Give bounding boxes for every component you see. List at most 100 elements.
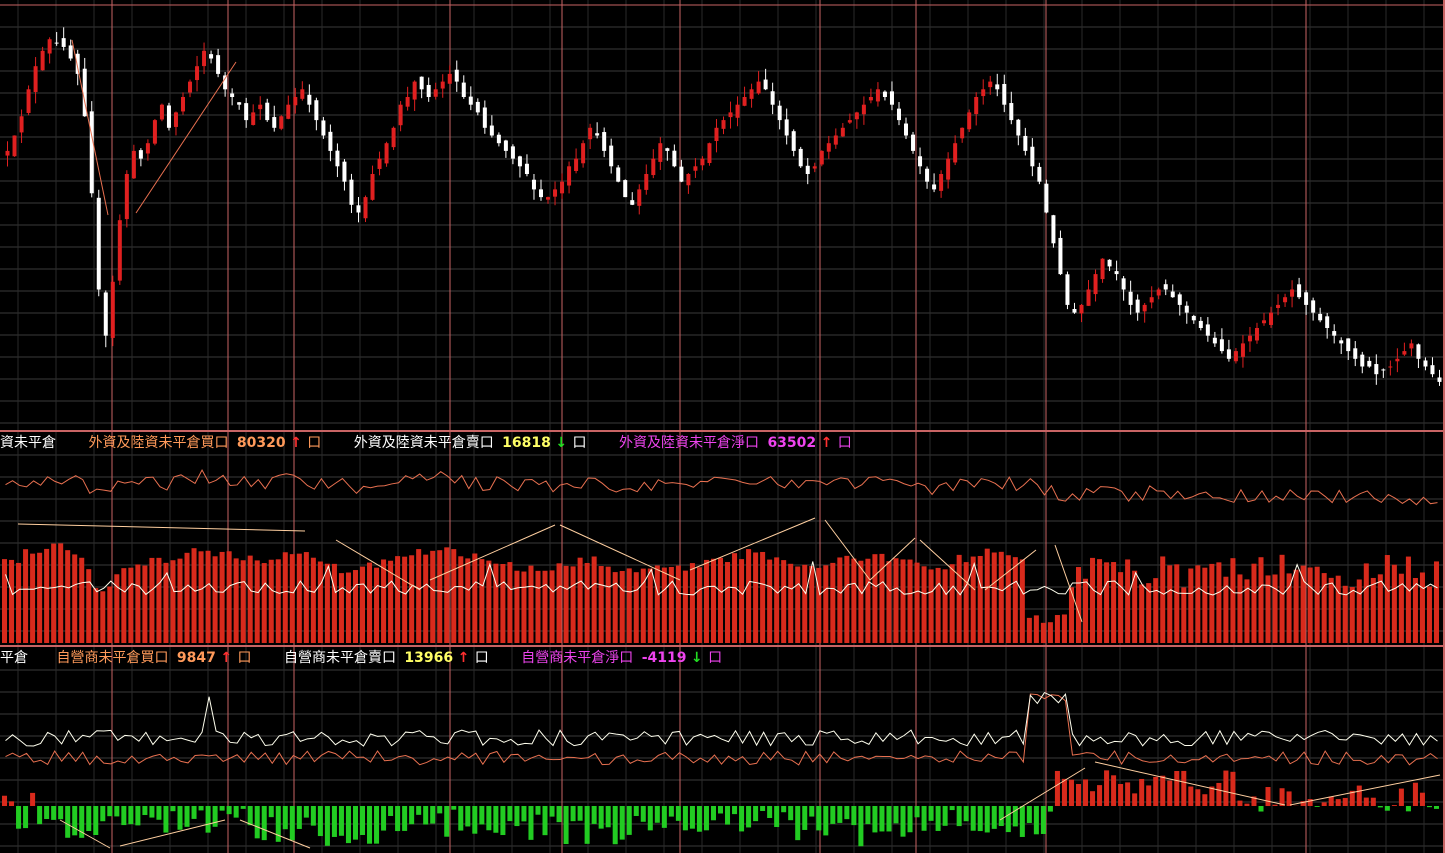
net-oi-bar: [331, 563, 337, 643]
dealer-net-bar: [1090, 791, 1096, 806]
candle-body: [1381, 369, 1386, 371]
net-oi-bar: [1391, 564, 1397, 643]
dealer-net-bar: [1258, 806, 1264, 812]
net-oi-bar: [830, 562, 836, 643]
dealer-net-bar: [1167, 780, 1173, 806]
net-oi-bar: [809, 566, 815, 643]
dealer-net-bar: [1111, 775, 1117, 806]
net-oi-bar: [549, 570, 555, 643]
candle-body: [216, 55, 221, 74]
candle-body: [75, 53, 80, 74]
candle-body: [47, 39, 52, 54]
net-oi-bar: [521, 571, 527, 643]
candle-body: [419, 76, 424, 90]
dealer-net-bar: [451, 806, 457, 810]
net-oi-bar: [1160, 556, 1166, 643]
net-oi-bar: [247, 555, 253, 643]
net-oi-bar: [149, 557, 155, 643]
net-oi-bar: [1335, 575, 1341, 643]
net-oi-bar: [689, 563, 695, 643]
net-oi-bar: [128, 567, 134, 643]
candle-body: [609, 145, 614, 167]
dealer-net-bar: [886, 806, 892, 832]
net-oi-bar: [1251, 563, 1257, 643]
candle-body: [117, 220, 122, 281]
futures-chart[interactable]: [0, 0, 1445, 853]
candle-body: [1177, 294, 1182, 305]
candle-body: [1009, 103, 1014, 121]
candle-body: [939, 174, 944, 191]
candle-body: [440, 81, 445, 89]
candle-body: [763, 79, 768, 90]
dealer-net-bar: [977, 806, 983, 832]
candle-body: [342, 161, 347, 182]
candle-body: [1262, 320, 1267, 324]
net-oi-bar: [893, 558, 899, 643]
dealer-net-bar: [1216, 782, 1222, 806]
net-oi-bar: [949, 564, 955, 643]
candle-body: [68, 45, 73, 59]
dealer-net-bar: [247, 806, 253, 826]
dealer-net-bar: [1384, 806, 1390, 811]
net-oi-bar: [823, 565, 829, 643]
net-oi-bar: [219, 551, 225, 643]
net-oi-bar: [542, 570, 548, 643]
dealer-net-bar: [374, 806, 380, 844]
candle-body: [482, 107, 487, 128]
legend-dealer-sell-label: 自營商未平倉賣口: [283, 650, 396, 666]
dealer-net-bar: [1426, 806, 1432, 808]
dealer-net-bar: [570, 806, 576, 822]
candle-body: [1065, 274, 1070, 305]
net-oi-bar: [802, 564, 808, 643]
net-oi-bar: [170, 560, 176, 643]
dealer-net-bar: [16, 806, 22, 829]
net-oi-bar: [226, 551, 232, 643]
legend-foreign-sell-label: 外資及陸資未平倉賣口: [353, 435, 494, 451]
net-oi-bar: [970, 556, 976, 643]
dealer-net-bar: [1342, 797, 1348, 806]
candle-body: [1437, 377, 1442, 382]
candle-body: [384, 143, 389, 164]
dealer-net-bar: [949, 806, 955, 811]
candle-body: [749, 89, 754, 99]
candle-body: [1254, 328, 1259, 341]
square-box-icon: 口: [307, 435, 322, 451]
net-oi-bar: [1174, 564, 1180, 643]
net-oi-bar: [1083, 578, 1089, 643]
dealer-net-bar: [1405, 806, 1411, 812]
candle-body: [714, 127, 719, 141]
candle-body: [180, 97, 185, 112]
net-oi-bar: [788, 563, 794, 643]
dealer-net-bar: [458, 806, 464, 831]
arrow-down-icon: ↓: [690, 650, 703, 666]
dealer-net-bar: [149, 806, 155, 818]
candle-body: [602, 132, 607, 151]
net-oi-bar: [289, 554, 295, 643]
dealer-net-bar: [746, 806, 752, 828]
candle-body: [588, 127, 593, 140]
dealer-net-bar: [212, 806, 218, 827]
net-oi-bar: [626, 568, 632, 643]
net-oi-bar: [598, 566, 604, 643]
candle-body: [173, 112, 178, 127]
candle-body: [1037, 166, 1042, 182]
candle-body: [1058, 237, 1063, 275]
dealer-net-bar: [1433, 806, 1439, 809]
dealer-net-bar: [268, 806, 274, 818]
legend-dealer-buy-value: 9847: [176, 650, 216, 666]
candle-body: [1114, 271, 1119, 275]
net-oi-bar: [1090, 557, 1096, 643]
dealer-net-bar: [44, 806, 50, 820]
dealer-net-bar: [114, 806, 120, 817]
dealer-net-bar: [1314, 806, 1320, 807]
net-oi-bar: [998, 551, 1004, 643]
dealer-net-bar: [584, 806, 590, 844]
dealer-net-bar: [710, 806, 716, 821]
dealer-net-bar: [51, 806, 57, 820]
candle-body: [335, 150, 340, 167]
candle-body: [96, 197, 101, 290]
net-oi-bar: [2, 559, 8, 643]
dealer-net-bar: [359, 806, 366, 835]
dealer-net-bar: [1279, 788, 1285, 806]
candle-body: [1219, 339, 1224, 352]
